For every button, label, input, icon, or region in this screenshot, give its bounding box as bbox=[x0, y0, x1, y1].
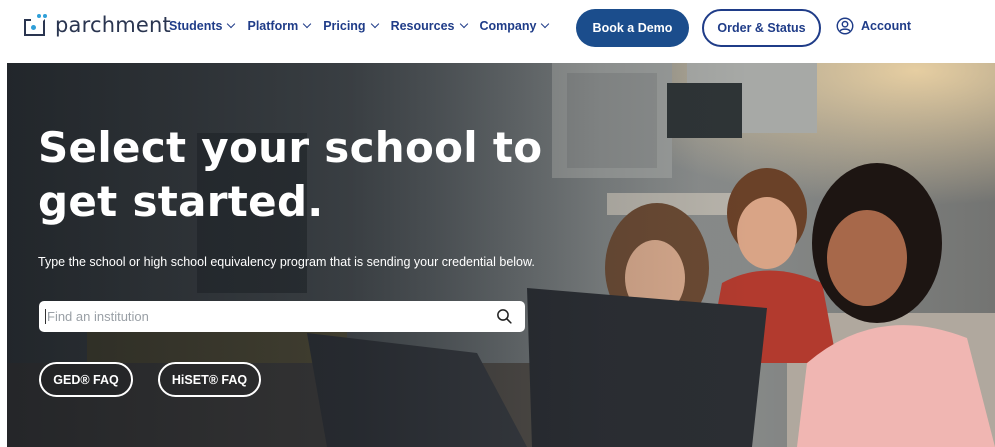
nav-item-platform[interactable]: Platform bbox=[247, 19, 312, 33]
chevron-down-icon bbox=[370, 19, 379, 29]
main-nav: Students Platform Pricing Resources Comp… bbox=[169, 19, 561, 33]
hero-subtitle: Type the school or high school equivalen… bbox=[38, 255, 535, 269]
chevron-down-icon bbox=[459, 19, 468, 29]
nav-label: Platform bbox=[247, 19, 299, 33]
chevron-down-icon bbox=[302, 19, 312, 29]
chevron-down-icon bbox=[541, 19, 550, 29]
logo-mark-icon bbox=[24, 14, 48, 36]
book-demo-button[interactable]: Book a Demo bbox=[576, 9, 689, 47]
hero-title: Select your school to get started. bbox=[38, 121, 558, 229]
site-header: parchment Students Platform Pricing Reso… bbox=[0, 0, 995, 57]
institution-search-box bbox=[39, 301, 525, 332]
account-icon bbox=[836, 17, 854, 35]
account-label: Account bbox=[861, 19, 911, 33]
nav-item-students[interactable]: Students bbox=[169, 19, 236, 33]
hero-title-line2: get started. bbox=[38, 177, 324, 226]
nav-item-company[interactable]: Company bbox=[479, 19, 550, 33]
chevron-down-icon bbox=[227, 19, 236, 29]
nav-label: Pricing bbox=[323, 19, 366, 33]
nav-item-resources[interactable]: Resources bbox=[390, 19, 468, 33]
hero-section: Select your school to get started. Type … bbox=[7, 63, 995, 447]
order-status-button[interactable]: Order & Status bbox=[702, 9, 821, 47]
hero-title-line1: Select your school to bbox=[38, 123, 543, 172]
account-link[interactable]: Account bbox=[836, 17, 911, 35]
parchment-logo[interactable]: parchment bbox=[24, 13, 171, 37]
hiset-faq-button[interactable]: HiSET® FAQ bbox=[158, 362, 261, 397]
nav-label: Company bbox=[479, 19, 537, 33]
nav-item-pricing[interactable]: Pricing bbox=[323, 19, 379, 33]
institution-search-input[interactable] bbox=[47, 301, 487, 332]
logo-text: parchment bbox=[55, 13, 171, 37]
ged-faq-button[interactable]: GED® FAQ bbox=[39, 362, 133, 397]
text-caret bbox=[45, 309, 46, 324]
nav-label: Students bbox=[169, 19, 223, 33]
search-icon[interactable] bbox=[496, 308, 513, 325]
nav-label: Resources bbox=[390, 19, 455, 33]
